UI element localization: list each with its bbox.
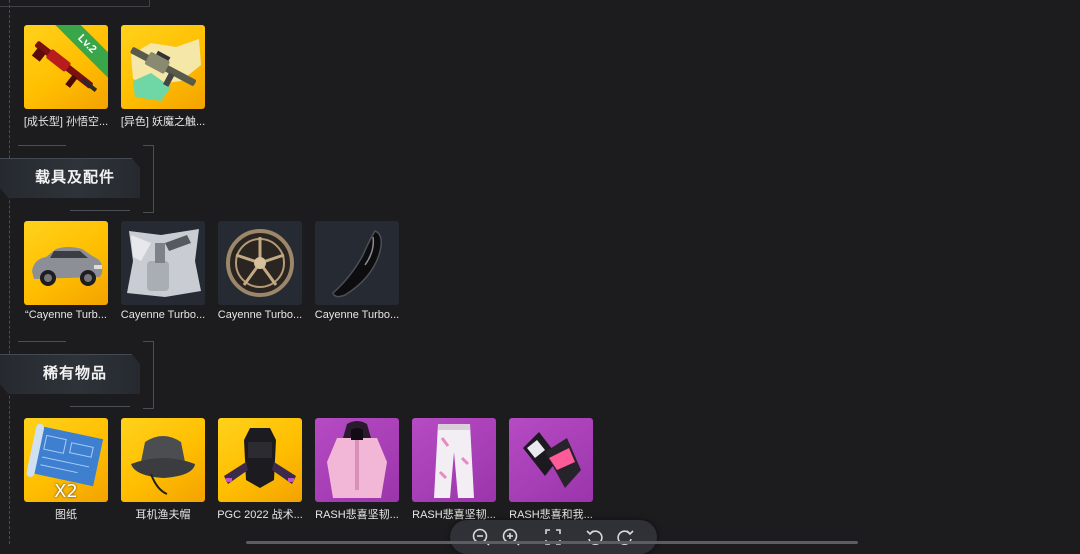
- item-card[interactable]: X2 图纸: [24, 418, 110, 522]
- red-rifle-icon: [31, 41, 98, 92]
- header-frame-line: [18, 145, 66, 146]
- zoom-in-button[interactable]: [500, 526, 522, 548]
- item-tile[interactable]: [121, 418, 205, 502]
- fullscreen-icon: [545, 529, 561, 545]
- zoom-out-icon: [472, 528, 490, 546]
- item-card[interactable]: Cayenne Turbo...: [315, 221, 401, 321]
- item-card[interactable]: PGC 2022 战术...: [217, 418, 304, 522]
- item-tile[interactable]: [218, 418, 302, 502]
- rotate-right-icon: [617, 530, 634, 545]
- item-tile[interactable]: X2: [24, 418, 108, 502]
- zoom-out-button[interactable]: [470, 526, 492, 548]
- car-part-icon: [332, 230, 382, 298]
- item-tile[interactable]: [315, 418, 399, 502]
- item-tile[interactable]: [24, 221, 108, 305]
- quantity-label: X2: [54, 481, 78, 502]
- item-tile[interactable]: [121, 221, 205, 305]
- suv-car-icon: [32, 247, 103, 286]
- top-divider: [0, 0, 150, 7]
- hoodie-icon: [327, 421, 387, 498]
- item-card[interactable]: RASH悲喜坚韧...: [315, 418, 401, 522]
- tactical-vest-icon: [224, 428, 296, 488]
- item-card[interactable]: RASH悲喜和我...: [509, 418, 595, 522]
- item-card[interactable]: “Cayenne Turb...: [24, 221, 110, 321]
- gloves-icon: [523, 432, 581, 488]
- viewer-toolbar: [450, 520, 657, 554]
- car-wheel-icon: [226, 229, 294, 297]
- section-title: 稀有物品: [42, 365, 107, 382]
- item-label: Cayenne Turbo...: [217, 309, 303, 321]
- fullscreen-button[interactable]: [542, 526, 564, 548]
- item-tile[interactable]: [315, 221, 399, 305]
- item-label: Cayenne Turbo...: [120, 309, 206, 321]
- item-tile[interactable]: [412, 418, 496, 502]
- item-label: RASH悲喜坚韧...: [315, 509, 399, 521]
- pants-icon: [434, 424, 474, 498]
- paint-spray-icon: [127, 229, 201, 297]
- item-card[interactable]: Lv.2 [成长型] 孙悟空...: [24, 25, 110, 129]
- rotate-right-button[interactable]: [614, 526, 636, 548]
- section-title: 载具及配件: [34, 169, 115, 186]
- item-label: PGC 2022 战术...: [217, 509, 303, 521]
- section-header-rare: 稀有物品: [0, 341, 156, 409]
- tree-rail: [9, 0, 10, 544]
- item-label: “Cayenne Turb...: [25, 309, 107, 321]
- item-label: 耳机渔夫帽: [135, 509, 191, 521]
- item-label: [异色] 妖魔之触...: [120, 116, 206, 128]
- rotate-left-icon: [586, 530, 603, 545]
- item-label: 图纸: [55, 509, 77, 521]
- item-tile[interactable]: Lv.2: [24, 25, 108, 109]
- bucket-hat-icon: [131, 436, 195, 495]
- item-card[interactable]: Cayenne Turbo...: [218, 221, 304, 321]
- item-tile[interactable]: [509, 418, 593, 502]
- zoom-in-icon: [502, 528, 520, 546]
- section-header-vehicles: 载具及配件: [0, 145, 156, 213]
- item-label: [成长型] 孙悟空...: [23, 116, 109, 128]
- item-card[interactable]: Cayenne Turbo...: [121, 221, 207, 321]
- item-card[interactable]: RASH悲喜坚韧...: [412, 418, 498, 522]
- item-card[interactable]: [异色] 妖魔之触...: [121, 25, 207, 129]
- item-label: Cayenne Turbo...: [314, 309, 400, 321]
- rotate-left-button[interactable]: [584, 526, 606, 548]
- header-frame-line: [70, 210, 130, 211]
- header-frame-line: [70, 406, 130, 407]
- header-frame-line: [18, 341, 66, 342]
- item-tile[interactable]: [121, 25, 205, 109]
- item-tile[interactable]: [218, 221, 302, 305]
- camo-rifle-icon: [130, 39, 201, 101]
- item-card[interactable]: 耳机渔夫帽: [121, 418, 207, 522]
